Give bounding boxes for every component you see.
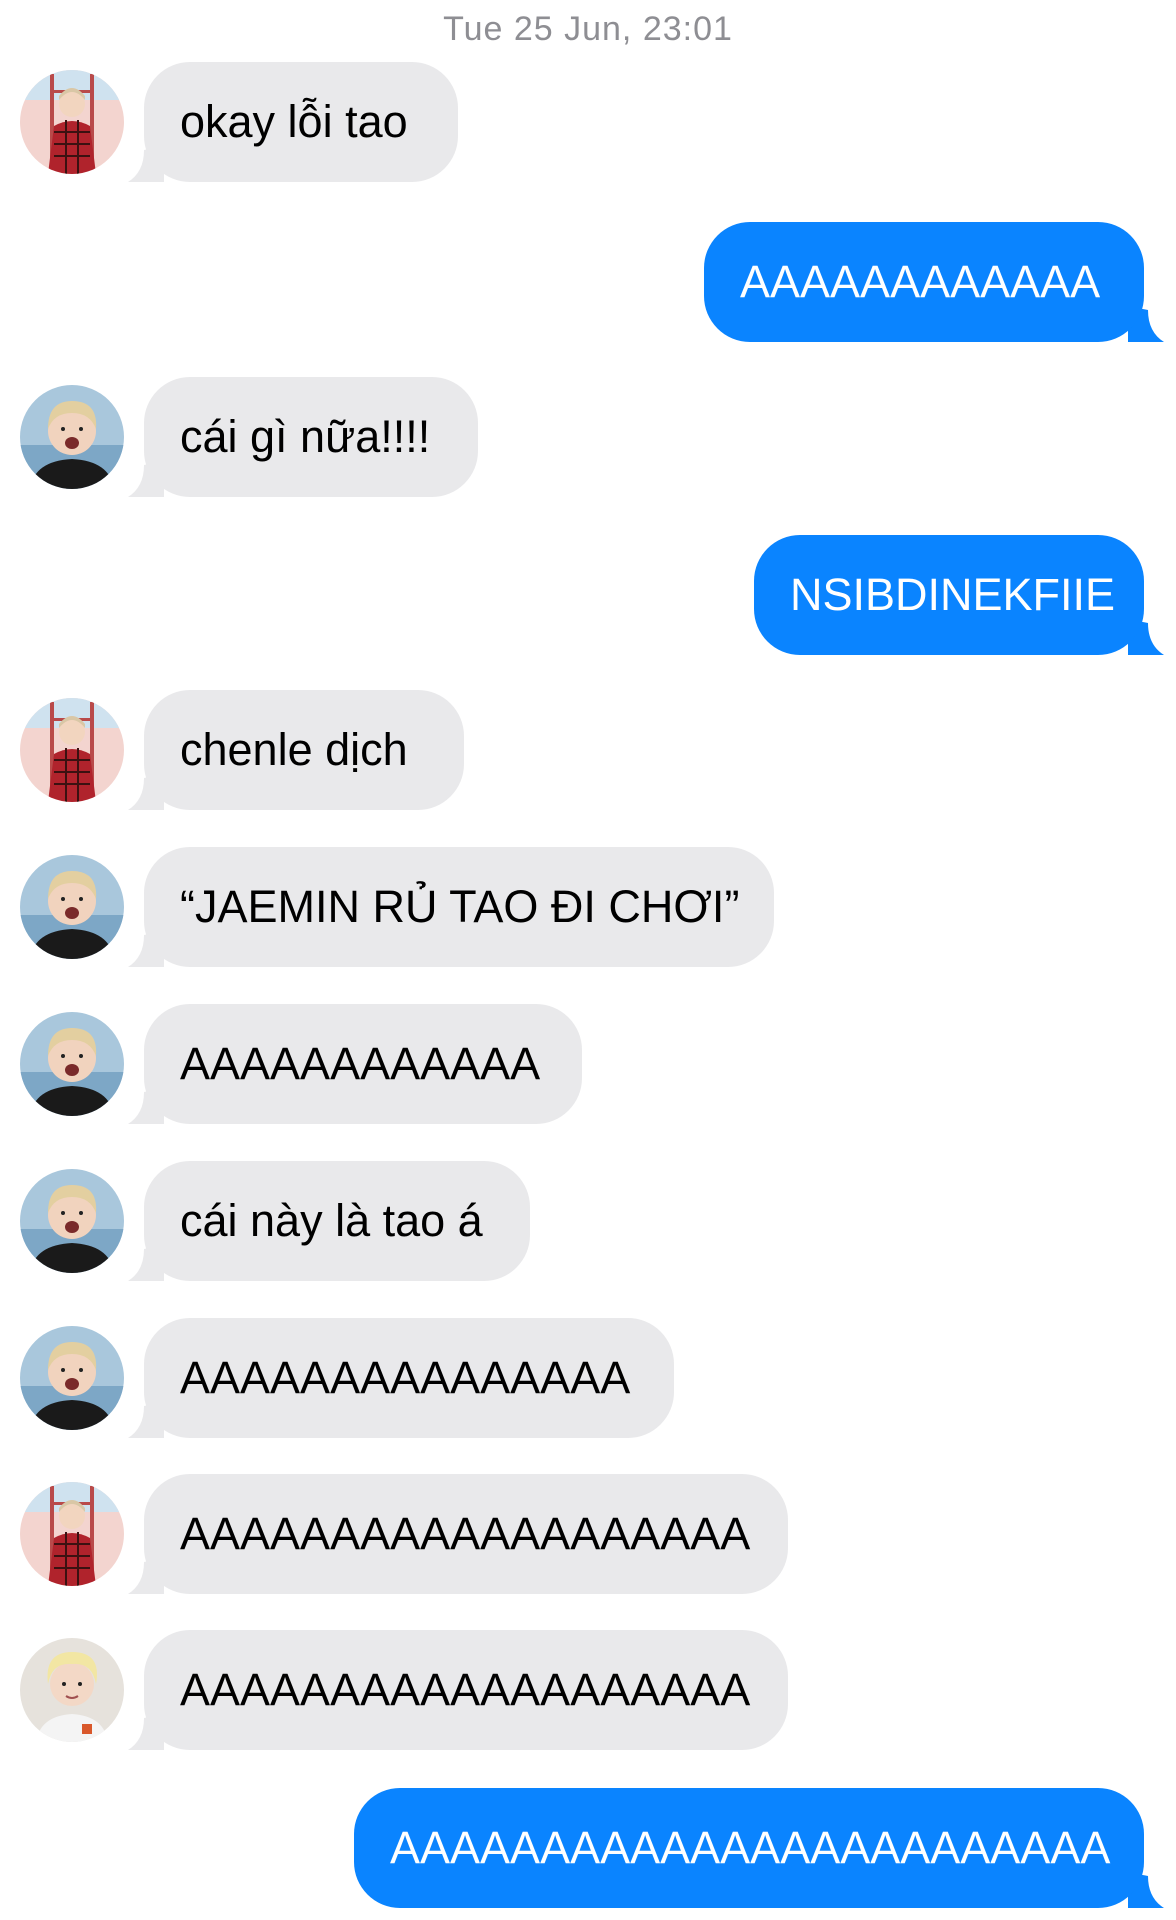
incoming-message-bubble[interactable]: chenle dịch (144, 690, 464, 810)
outgoing-message-bubble[interactable]: NSIBDINEKFIIE (754, 535, 1144, 655)
avatar-blond-hair[interactable] (20, 1638, 124, 1742)
avatar-red-plaid-jacket[interactable] (20, 1482, 124, 1586)
message-row: chenle dịch (0, 690, 1176, 810)
avatar-black-hoodie[interactable] (20, 1012, 124, 1116)
incoming-message-bubble[interactable]: cái này là tao á (144, 1161, 530, 1281)
avatar-black-hoodie[interactable] (20, 1169, 124, 1273)
message-row: AAAAAAAAAAAAAAAAAAA (0, 1474, 1176, 1594)
avatar-black-hoodie[interactable] (20, 855, 124, 959)
incoming-message-bubble[interactable]: AAAAAAAAAAAAAAAAAAA (144, 1474, 788, 1594)
avatar-black-hoodie[interactable] (20, 1326, 124, 1430)
incoming-message-bubble[interactable]: AAAAAAAAAAAAAAAAAAA (144, 1630, 788, 1750)
message-row: NSIBDINEKFIIE (0, 535, 1176, 655)
message-row: AAAAAAAAAAAAAAAAAAA (0, 1630, 1176, 1750)
avatar-red-plaid-jacket[interactable] (20, 698, 124, 802)
conversation-timestamp: Tue 25 Jun, 23:01 (443, 10, 733, 48)
avatar-red-plaid-jacket[interactable] (20, 70, 124, 174)
message-row: cái này là tao á (0, 1161, 1176, 1281)
incoming-message-bubble[interactable]: AAAAAAAAAAAAAAA (144, 1318, 674, 1438)
outgoing-message-bubble[interactable]: AAAAAAAAAAAA (704, 222, 1144, 342)
message-row: cái gì nữa!!!! (0, 377, 1176, 497)
incoming-message-bubble[interactable]: “JAEMIN RỦ TAO ĐI CHƠI” (144, 847, 774, 967)
incoming-message-bubble[interactable]: okay lỗi tao (144, 62, 458, 182)
incoming-message-bubble[interactable]: cái gì nữa!!!! (144, 377, 478, 497)
incoming-message-bubble[interactable]: AAAAAAAAAAAA (144, 1004, 582, 1124)
message-row: AAAAAAAAAAAAAAA (0, 1318, 1176, 1438)
message-row: “JAEMIN RỦ TAO ĐI CHƠI” (0, 847, 1176, 967)
message-row: AAAAAAAAAAAAAAAAAAAAAAAA (0, 1788, 1176, 1908)
message-row: AAAAAAAAAAAA (0, 222, 1176, 342)
avatar-black-hoodie[interactable] (20, 385, 124, 489)
outgoing-message-bubble[interactable]: AAAAAAAAAAAAAAAAAAAAAAAA (354, 1788, 1144, 1908)
message-row: okay lỗi tao (0, 62, 1176, 182)
message-row: AAAAAAAAAAAA (0, 1004, 1176, 1124)
